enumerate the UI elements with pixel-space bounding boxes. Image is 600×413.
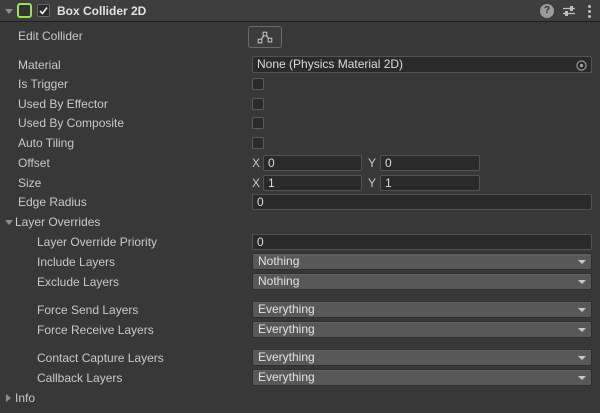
exclude-layers-row: Exclude Layers Nothing [0,272,600,292]
auto-tiling-label: Auto Tiling [18,133,74,153]
force-send-layers-label: Force Send Layers [37,300,138,320]
material-value: None (Physics Material 2D) [257,57,403,71]
layer-override-priority-input[interactable] [252,234,592,250]
size-x-axis-label[interactable]: X [252,173,260,193]
dropdown-arrow-icon [578,280,586,284]
callback-layers-dropdown[interactable]: Everything [252,369,592,386]
kebab-menu-icon[interactable] [588,4,591,18]
edit-collider-row: Edit Collider [0,24,600,48]
component-enabled-checkbox[interactable] [37,4,50,17]
offset-y-axis-label[interactable]: Y [368,153,376,173]
box-collider-2d-icon [17,3,32,18]
used-by-effector-row: Used By Effector [0,94,600,114]
used-by-composite-checkbox[interactable] [252,117,264,129]
layer-override-priority-row: Layer Override Priority [0,232,600,252]
callback-layers-row: Callback Layers Everything [0,368,600,388]
include-layers-dropdown[interactable]: Nothing [252,253,592,270]
checkmark-icon [38,5,49,16]
used-by-composite-row: Used By Composite [0,113,600,133]
exclude-layers-value: Nothing [258,274,299,288]
auto-tiling-row: Auto Tiling [0,133,600,153]
edit-collider-button[interactable] [248,26,282,48]
info-label: Info [15,388,35,408]
size-label: Size [18,173,41,193]
help-icon[interactable]: ? [540,4,554,18]
contact-capture-layers-label: Contact Capture Layers [37,348,164,368]
contact-capture-layers-value: Everything [258,350,315,364]
callback-layers-value: Everything [258,370,315,384]
size-y-axis-label[interactable]: Y [368,173,376,193]
edge-radius-label: Edge Radius [18,192,87,212]
layer-overrides-foldout[interactable]: Layer Overrides [0,212,600,232]
used-by-composite-label: Used By Composite [18,113,124,133]
include-layers-label: Include Layers [37,252,115,272]
layer-overrides-foldout-icon[interactable] [5,220,13,225]
material-row: Material None (Physics Material 2D) [0,55,600,75]
contact-capture-layers-row: Contact Capture Layers Everything [0,348,600,368]
exclude-layers-dropdown[interactable]: Nothing [252,273,592,290]
size-y-input[interactable] [380,175,480,191]
callback-layers-label: Callback Layers [37,368,122,388]
is-trigger-checkbox[interactable] [252,78,264,90]
info-foldout[interactable]: Info [0,388,600,408]
component-title: Box Collider 2D [57,0,146,22]
offset-row: Offset X Y [0,153,600,173]
presets-icon[interactable] [562,4,576,21]
edit-collider-icon [257,31,273,44]
exclude-layers-label: Exclude Layers [37,272,119,292]
force-receive-layers-value: Everything [258,322,315,336]
dropdown-arrow-icon [578,328,586,332]
layer-overrides-label: Layer Overrides [15,212,100,232]
auto-tiling-checkbox[interactable] [252,137,264,149]
dropdown-arrow-icon [578,260,586,264]
force-send-layers-value: Everything [258,302,315,316]
size-x-input[interactable] [263,175,362,191]
component-header[interactable]: Box Collider 2D ? [0,0,600,22]
include-layers-value: Nothing [258,254,299,268]
material-object-field[interactable]: None (Physics Material 2D) [252,56,592,73]
edge-radius-input[interactable] [252,194,592,210]
used-by-effector-checkbox[interactable] [252,98,264,110]
offset-x-input[interactable] [263,155,362,171]
size-row: Size X Y [0,173,600,193]
force-receive-layers-dropdown[interactable]: Everything [252,321,592,338]
force-send-layers-dropdown[interactable]: Everything [252,301,592,318]
component-foldout-icon[interactable] [5,9,13,14]
edit-collider-label: Edit Collider [18,24,83,48]
dropdown-arrow-icon [578,308,586,312]
material-label: Material [18,55,61,75]
is-trigger-label: Is Trigger [18,74,68,94]
info-foldout-icon[interactable] [6,394,11,402]
edge-radius-row: Edge Radius [0,192,600,212]
offset-x-axis-label[interactable]: X [252,153,260,173]
force-receive-layers-row: Force Receive Layers Everything [0,320,600,340]
force-receive-layers-label: Force Receive Layers [37,320,154,340]
offset-y-input[interactable] [380,155,480,171]
used-by-effector-label: Used By Effector [18,94,108,114]
is-trigger-row: Is Trigger [0,74,600,94]
include-layers-row: Include Layers Nothing [0,252,600,272]
offset-label: Offset [18,153,50,173]
box-collider-2d-inspector: Box Collider 2D ? Edit Collider [0,0,600,413]
layer-override-priority-label: Layer Override Priority [37,232,157,252]
dropdown-arrow-icon [578,356,586,360]
dropdown-arrow-icon [578,376,586,380]
force-send-layers-row: Force Send Layers Everything [0,300,600,320]
contact-capture-layers-dropdown[interactable]: Everything [252,349,592,366]
